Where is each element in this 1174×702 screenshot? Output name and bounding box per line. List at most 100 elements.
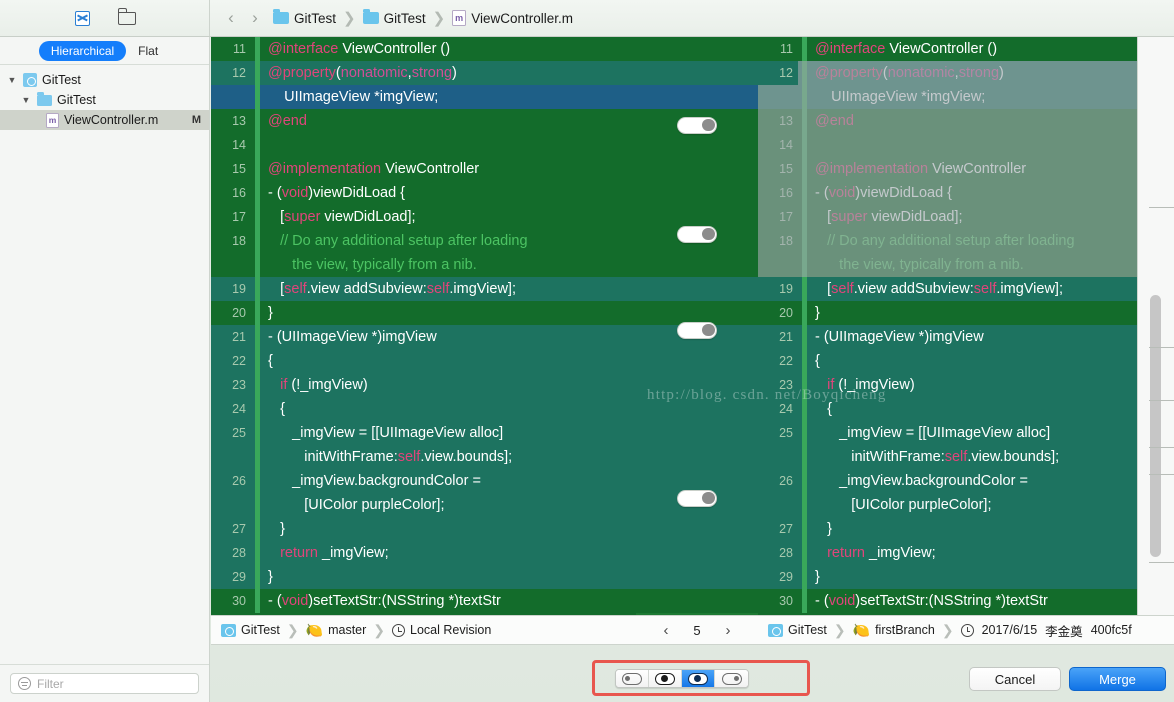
code-line[interactable]: 20} xyxy=(211,301,636,325)
code-line[interactable]: 15 @implementation ViewController xyxy=(211,157,636,181)
breadcrumb-item-group[interactable]: GitTest xyxy=(362,9,426,26)
diff-pane-right[interactable]: 11 @interface ViewController () 12 @propert… xyxy=(758,37,1137,615)
merge-mode-right-only[interactable] xyxy=(715,670,748,687)
tree-item-label: GitTest xyxy=(42,73,81,87)
line-number: 22 xyxy=(779,354,793,368)
code-line[interactable]: 18 // Do any additional setup after load… xyxy=(758,229,1137,253)
code-text: { xyxy=(815,353,820,369)
status-hash: 400fc5f xyxy=(1090,623,1132,637)
code-line[interactable]: [UIColor purpleColor]; xyxy=(211,493,636,517)
breadcrumb-separator: ❯ xyxy=(343,10,356,27)
disclosure-triangle-icon[interactable]: ▼ xyxy=(20,95,32,105)
code-line[interactable]: the view, typically from a nib. xyxy=(758,253,1137,277)
code-line[interactable]: 16 - (void)viewDidLoad { xyxy=(758,181,1137,205)
gutter-band xyxy=(636,589,758,613)
merge-mode-left-only[interactable] xyxy=(616,670,649,687)
code-line[interactable]: 22 { xyxy=(758,349,1137,373)
tree-item-group[interactable]: ▼ GitTest xyxy=(0,90,209,110)
code-line[interactable]: initWithFrame:self.view.bounds]; xyxy=(758,445,1137,469)
nav-forward-button[interactable]: › xyxy=(243,5,267,31)
code-line[interactable]: 30 - (void)setTextStr:(NSString *)textStr xyxy=(758,589,1137,613)
tab-flat[interactable]: Flat xyxy=(126,41,170,61)
stepper-prev-button[interactable]: ‹ xyxy=(655,622,677,639)
code-line[interactable]: 25 _imgView = [[UIImageView alloc] xyxy=(211,421,636,445)
code-line[interactable]: 22 { xyxy=(211,349,636,373)
code-line[interactable]: 23 if (!_imgView) xyxy=(211,373,636,397)
status-repo-left[interactable]: GitTest xyxy=(221,623,280,637)
cancel-button[interactable]: Cancel xyxy=(969,667,1061,691)
tree-item-viewcontroller-m[interactable]: m ViewController.m M xyxy=(0,110,209,130)
status-branch-left[interactable]: 🍋 master xyxy=(306,623,367,637)
code-line[interactable]: 14 xyxy=(758,133,1137,157)
code-line[interactable]: 19 [self.view addSubview:self.imgView]; xyxy=(758,277,1137,301)
filled-oval-right-icon xyxy=(688,672,708,685)
code-line[interactable]: 24 { xyxy=(211,397,636,421)
code-line[interactable]: initWithFrame:self.view.bounds]; xyxy=(211,445,636,469)
code-line[interactable]: 28 return _imgView; xyxy=(758,541,1137,565)
status-commit-right[interactable]: 2017/6/15 李金奠 400fc5f xyxy=(960,621,1132,640)
nav-back-button[interactable]: ‹ xyxy=(219,5,243,31)
merge-button[interactable]: Merge xyxy=(1069,667,1166,691)
code-line[interactable]: 13 @end xyxy=(758,109,1137,133)
code-line[interactable]: 19 [self.view addSubview:self.imgView]; xyxy=(211,277,636,301)
vertical-scrollbar[interactable] xyxy=(1149,37,1162,615)
conflict-toggle-3[interactable] xyxy=(636,320,758,340)
code-line[interactable]: 18 // Do any additional setup after load… xyxy=(211,229,636,253)
code-line[interactable]: 15 @implementation ViewController xyxy=(758,157,1137,181)
scroll-tick xyxy=(1149,447,1174,448)
tree-item-project[interactable]: ▼ GitTest xyxy=(0,70,209,90)
code-line[interactable]: 29} xyxy=(758,565,1137,589)
status-branch-right[interactable]: 🍋 firstBranch xyxy=(853,623,935,637)
status-repo-right[interactable]: GitTest xyxy=(768,623,827,637)
merge-toggle-switch[interactable] xyxy=(677,116,717,134)
scrollbar-thumb[interactable] xyxy=(1150,295,1161,557)
code-line[interactable]: 17 [super viewDidLoad]; xyxy=(211,205,636,229)
merge-toggle-switch[interactable] xyxy=(677,225,717,243)
merge-toggle-switch[interactable] xyxy=(677,321,717,339)
code-line[interactable]: 16 - (void)viewDidLoad { xyxy=(211,181,636,205)
folder-icon[interactable] xyxy=(116,8,138,28)
code-line[interactable]: 25 _imgView = [[UIImageView alloc] xyxy=(758,421,1137,445)
code-text: _imgView.backgroundColor = xyxy=(815,473,1028,489)
code-line[interactable]: 26 _imgView.backgroundColor = xyxy=(758,469,1137,493)
code-line[interactable]: 12 @property(nonatomic,strong) xyxy=(211,61,636,85)
status-revision-left[interactable]: Local Revision xyxy=(392,623,491,637)
code-line[interactable]: 14 xyxy=(211,133,636,157)
disclosure-triangle-icon[interactable]: ▼ xyxy=(6,75,18,85)
diff-pane-left[interactable]: 11 @interface ViewController () 12 @propert… xyxy=(211,37,636,615)
code-line[interactable]: 28 return _imgView; xyxy=(211,541,636,565)
conflict-toggle-4[interactable] xyxy=(636,488,758,508)
code-line[interactable]: 29} xyxy=(211,565,636,589)
gutter-band xyxy=(636,37,758,61)
code-line[interactable]: 17 [super viewDidLoad]; xyxy=(758,205,1137,229)
code-line[interactable]: [UIColor purpleColor]; xyxy=(758,493,1137,517)
code-line[interactable]: UIImageView *imgView; xyxy=(211,85,636,109)
code-line[interactable]: 13 @end xyxy=(211,109,636,133)
code-line[interactable]: 30 - (void)setTextStr:(NSString *)textStr xyxy=(211,589,636,613)
xcode-assistant-icon[interactable] xyxy=(72,8,94,28)
code-line[interactable]: 20} xyxy=(758,301,1137,325)
conflict-toggle-1[interactable] xyxy=(636,115,758,135)
breadcrumb-item-file[interactable]: m ViewController.m xyxy=(452,10,573,26)
code-line[interactable]: the view, typically from a nib. xyxy=(211,253,636,277)
code-line[interactable]: 21 - (UIImageView *)imgView xyxy=(758,325,1137,349)
code-line[interactable]: 21 - (UIImageView *)imgView xyxy=(211,325,636,349)
merge-mode-right-first[interactable] xyxy=(682,670,715,687)
code-line[interactable]: 11 @interface ViewController () xyxy=(211,37,636,61)
merge-mode-left-first[interactable] xyxy=(649,670,682,687)
status-branch-label: firstBranch xyxy=(875,623,935,637)
merge-toggle-switch[interactable] xyxy=(677,489,717,507)
code-line[interactable]: UIImageView *imgView; xyxy=(758,85,1137,109)
code-line[interactable]: 27 } xyxy=(211,517,636,541)
code-line[interactable]: 11 @interface ViewController () xyxy=(758,37,1137,61)
breadcrumb-item-project[interactable]: GitTest xyxy=(273,9,336,26)
code-line[interactable]: 26 _imgView.backgroundColor = xyxy=(211,469,636,493)
conflict-toggle-2[interactable] xyxy=(636,224,758,244)
gutter-band xyxy=(636,253,758,277)
code-line[interactable]: 27 } xyxy=(758,517,1137,541)
folder-icon xyxy=(362,9,379,24)
line-number: 19 xyxy=(232,282,246,296)
stepper-next-button[interactable]: › xyxy=(717,622,739,639)
code-line[interactable]: 12 @property(nonatomic,strong) xyxy=(758,61,1137,85)
tab-hierarchical[interactable]: Hierarchical xyxy=(38,40,127,61)
